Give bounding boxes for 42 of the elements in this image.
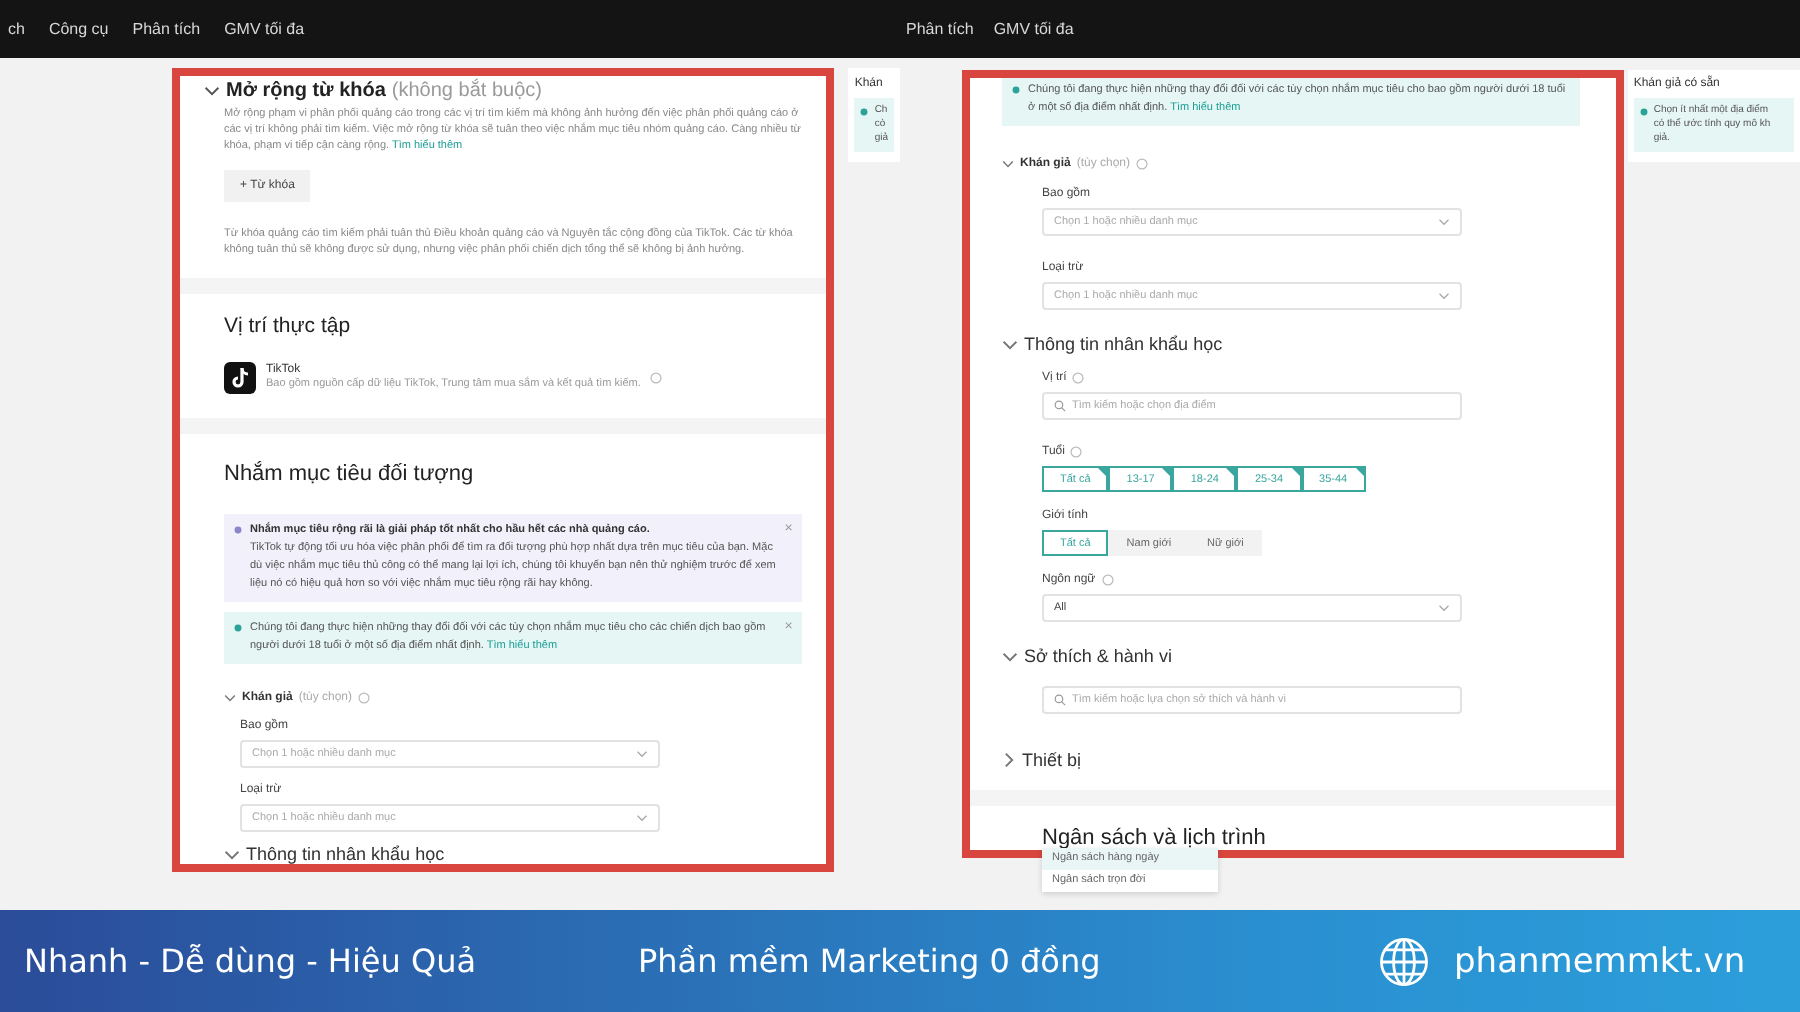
section-heading: Vị trí thực tập	[224, 314, 353, 338]
caret-icon	[636, 814, 648, 822]
section-heading: Nhắm mục tiêu đối tượng	[224, 462, 476, 486]
nav-link[interactable]: ch	[8, 20, 25, 38]
globe-icon	[1378, 935, 1430, 987]
caret-icon	[1438, 604, 1450, 612]
info-icon	[358, 692, 371, 704]
caret-icon	[1438, 292, 1450, 300]
group-title: Thông tin nhân khẩu học	[246, 844, 445, 864]
chevron-down-icon[interactable]	[224, 849, 240, 859]
info-icon	[1136, 158, 1149, 170]
nav-link[interactable]: Công cụ	[48, 20, 109, 38]
chevron-right-icon[interactable]	[1004, 752, 1014, 768]
chevron-down-icon[interactable]	[204, 86, 220, 96]
website-url[interactable]: phanmemmkt.vn	[1454, 941, 1746, 981]
info-icon	[650, 372, 663, 384]
info-icon	[234, 526, 242, 534]
info-icon	[1639, 108, 1648, 116]
group-title: Thiết bị	[1022, 750, 1082, 770]
section-heading: Ngân sách và lịch trình	[1042, 826, 1268, 850]
chevron-down-icon[interactable]	[1002, 160, 1014, 168]
group-title: Sở thích & hành vi	[1024, 646, 1172, 666]
slogan-text: Nhanh - Dễ dùng - Hiệu Quả	[24, 942, 479, 980]
optional-hint: (không bắt buộc)	[391, 80, 542, 102]
section-title: Mở rộng từ khóa	[226, 80, 386, 102]
nav-link[interactable]: Phân tích	[906, 20, 974, 38]
group-title: Thông tin nhân khẩu học	[1024, 334, 1223, 354]
nav-link[interactable]: GMV tối đa	[993, 20, 1074, 38]
info-icon	[1012, 86, 1020, 94]
search-icon	[1054, 694, 1066, 706]
slogan-text: Phần mềm Marketing 0 đồng	[638, 942, 1103, 980]
nav-link[interactable]: GMV tối đa	[224, 20, 305, 38]
nav-link[interactable]: Phân tích	[132, 20, 201, 38]
chevron-down-icon[interactable]	[224, 694, 236, 702]
search-icon	[1054, 400, 1066, 412]
chevron-down-icon[interactable]	[1002, 651, 1018, 661]
app-logo-icon	[224, 362, 256, 394]
info-icon	[860, 108, 869, 116]
chevron-down-icon[interactable]	[1002, 339, 1018, 349]
caret-icon	[1438, 218, 1450, 226]
caret-icon	[636, 750, 648, 758]
info-icon	[234, 624, 242, 632]
